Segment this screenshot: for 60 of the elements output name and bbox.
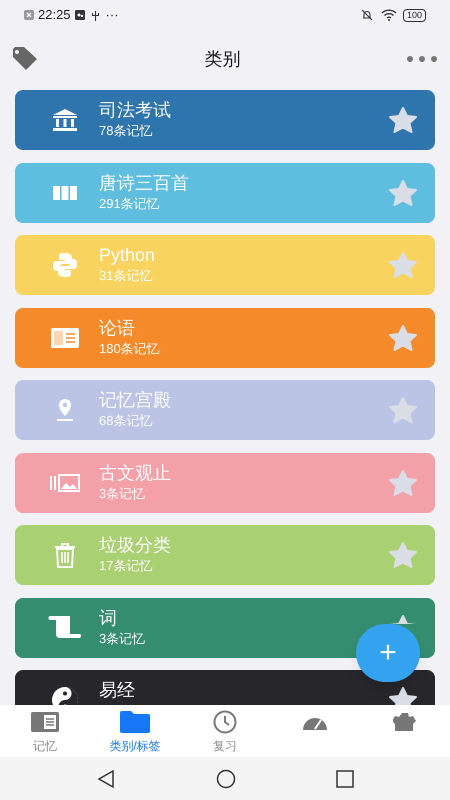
nav-tab[interactable]: 记忆 <box>0 705 90 757</box>
memory-count: 180条记忆 <box>99 340 160 358</box>
category-card[interactable]: 司法考试 78条记忆 <box>15 90 435 150</box>
category-card[interactable]: 论语 180条记忆 <box>15 308 435 368</box>
nav-tab[interactable]: 类别/标签 <box>90 705 180 757</box>
category-card[interactable]: 垃圾分类 17条记忆 <box>15 525 435 585</box>
snakes-icon <box>52 252 78 278</box>
back-icon[interactable] <box>96 768 116 788</box>
memory-count: 31条记忆 <box>99 267 152 285</box>
status-more: ··· <box>106 6 119 24</box>
star-icon[interactable] <box>389 324 417 350</box>
category-card[interactable]: 古文观止 3条记忆 <box>15 452 435 512</box>
star-icon[interactable] <box>389 180 417 206</box>
memory-count: 17条记忆 <box>99 557 152 575</box>
category-card[interactable]: 易经 <box>15 670 435 705</box>
battery-indicator: 100 <box>402 8 426 22</box>
category-name: 记忆宫殿 <box>99 389 171 412</box>
memory-count: 78条记忆 <box>99 122 152 140</box>
trash-icon <box>54 542 76 568</box>
recents-icon[interactable] <box>336 770 354 788</box>
category-name: 古文观止 <box>99 462 171 484</box>
star-icon[interactable] <box>389 397 417 423</box>
nav-tab[interactable]: 复习 <box>180 705 270 757</box>
notification-icon <box>24 10 34 20</box>
page-title: 类别 <box>204 48 242 70</box>
star-icon[interactable] <box>389 252 417 278</box>
newspaper-icon <box>51 328 79 348</box>
category-card[interactable]: Python 31条记忆 <box>15 235 435 295</box>
gallery-icon <box>50 474 80 492</box>
category-name: 词 <box>99 606 117 630</box>
columns-icon <box>53 186 77 200</box>
category-name: Python <box>99 244 156 267</box>
category-name: 唐诗三百首 <box>99 172 189 194</box>
memory-count: 3条记忆 <box>99 630 146 648</box>
clock-icon <box>213 710 237 734</box>
memory-count: 3条记忆 <box>99 484 146 502</box>
mute-bell-icon <box>360 9 373 21</box>
usb-icon <box>90 10 100 20</box>
category-name: 司法考试 <box>99 99 171 122</box>
category-name: 垃圾分类 <box>99 534 171 557</box>
status-time: 22:25 <box>38 6 71 24</box>
home-icon[interactable] <box>216 768 236 788</box>
map-pin-icon <box>56 398 74 422</box>
bank-icon <box>52 108 78 132</box>
tag-icon[interactable] <box>12 47 39 71</box>
category-name: 论语 <box>99 316 135 340</box>
more-icon[interactable] <box>406 55 438 63</box>
folder-icon <box>120 711 150 733</box>
newspaper-icon <box>31 712 59 732</box>
wifi-icon <box>380 9 397 21</box>
category-card[interactable]: 唐诗三百首 291条记忆 <box>15 162 435 222</box>
star-icon[interactable] <box>389 107 417 133</box>
app-icon <box>74 10 85 20</box>
category-card[interactable]: 记忆宫殿 68条记忆 <box>15 380 435 440</box>
memory-count: 68条记忆 <box>99 412 152 430</box>
star-icon[interactable] <box>389 470 417 496</box>
memory-count: 291条记忆 <box>99 194 160 212</box>
settings-icon <box>393 713 417 731</box>
category-name: 易经 <box>99 679 135 702</box>
star-icon[interactable] <box>389 542 417 568</box>
